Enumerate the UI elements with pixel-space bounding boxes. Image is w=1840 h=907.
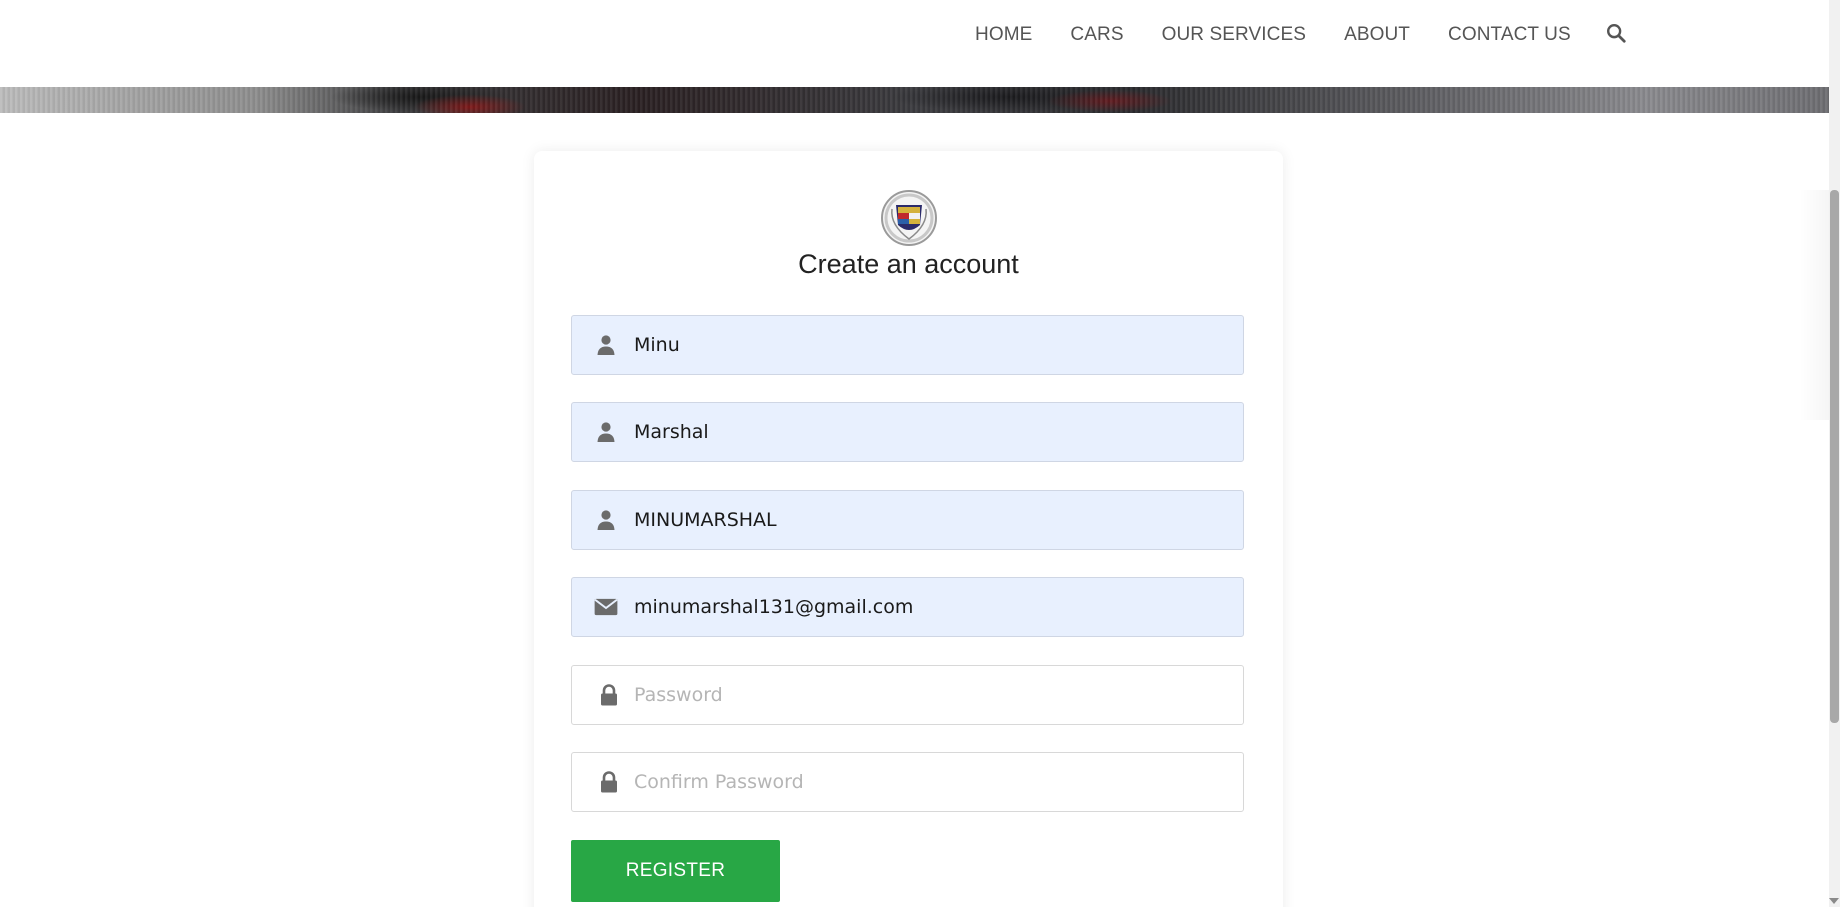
register-button[interactable]: REGISTER: [571, 840, 780, 902]
last-name-input[interactable]: [634, 403, 1231, 461]
email-input[interactable]: [634, 578, 1231, 636]
scrollbar-thumb[interactable]: [1830, 190, 1839, 723]
nav-item-about[interactable]: ABOUT: [1344, 24, 1410, 46]
email-field[interactable]: [571, 577, 1244, 637]
nav-item-cars[interactable]: CARS: [1070, 24, 1123, 46]
username-input[interactable]: [634, 491, 1231, 549]
scroll-down-arrow-icon[interactable]: [1829, 898, 1839, 904]
last-name-field[interactable]: [571, 402, 1244, 462]
nav-item-our-services[interactable]: OUR SERVICES: [1162, 24, 1306, 46]
password-field[interactable]: [571, 665, 1244, 725]
form-title: Create an account: [798, 249, 1019, 279]
nav-item-home[interactable]: HOME: [975, 24, 1032, 46]
nav-search-item[interactable]: [1606, 22, 1627, 48]
confirm-password-input[interactable]: [634, 753, 1231, 811]
envelope-icon: [594, 598, 618, 616]
user-icon: [597, 422, 615, 442]
nav-menu: HOME CARS OUR SERVICES ABOUT CONTACT US: [975, 0, 1627, 70]
register-card: Create an account Minu Marshal MINUMARSH…: [534, 151, 1283, 907]
password-input[interactable]: [634, 666, 1231, 724]
lock-icon: [601, 771, 617, 793]
first-name-input[interactable]: [634, 316, 1231, 374]
lock-icon: [601, 684, 617, 706]
nav-item-contact-us[interactable]: CONTACT US: [1448, 24, 1571, 46]
cadillac-crest-logo: [881, 190, 937, 246]
vertical-scrollbar[interactable]: [1829, 0, 1840, 907]
page: HOME CARS OUR SERVICES ABOUT CONTACT US: [0, 0, 1840, 907]
search-icon[interactable]: [1605, 22, 1627, 44]
page-edge-shadow: [1799, 190, 1829, 420]
confirm-password-field[interactable]: [571, 752, 1244, 812]
top-navbar: HOME CARS OUR SERVICES ABOUT CONTACT US: [0, 0, 1829, 87]
user-icon: [597, 335, 615, 355]
user-icon: [597, 510, 615, 530]
hero-banner-image: [0, 87, 1829, 113]
first-name-field[interactable]: [571, 315, 1244, 375]
username-field[interactable]: [571, 490, 1244, 550]
